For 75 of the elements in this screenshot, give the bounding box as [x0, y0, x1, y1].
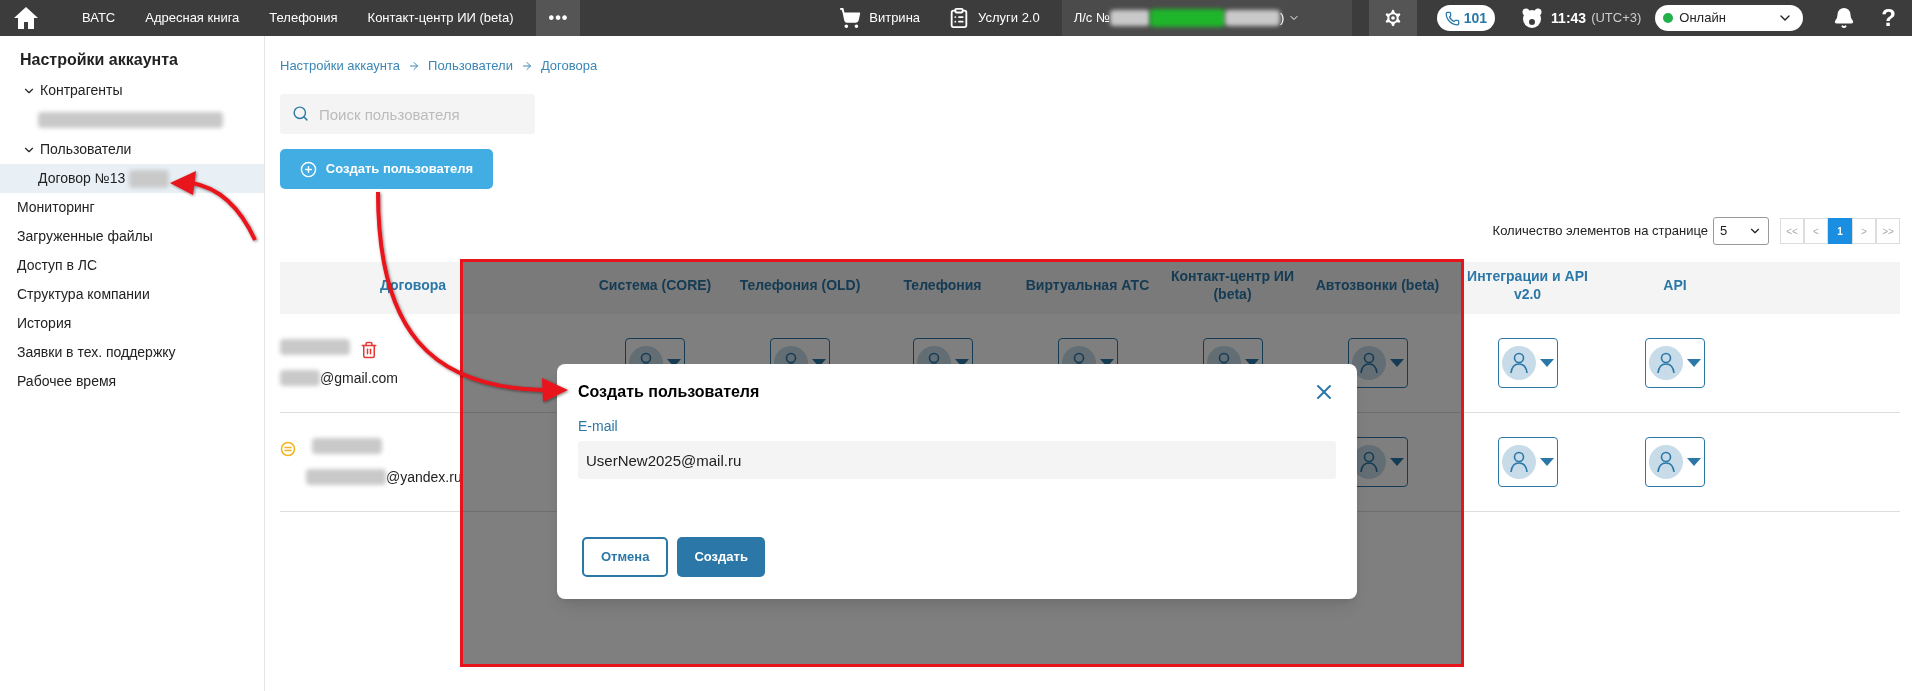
bell-icon[interactable]	[1833, 7, 1856, 29]
search-icon	[292, 105, 309, 122]
user-icon	[1649, 346, 1683, 380]
column-header: Телефония	[903, 276, 982, 294]
page-size-select[interactable]: 5	[1713, 217, 1769, 245]
cancel-button[interactable]: Отмена	[582, 537, 669, 577]
redaction-mark	[129, 169, 170, 188]
user-email: @gmail.com	[320, 368, 398, 388]
sidebar-item[interactable]: Пользователи	[0, 135, 264, 164]
user-icon	[1649, 445, 1683, 479]
nav-link[interactable]: ВАТС	[67, 8, 131, 28]
column-header: Система (CORE)	[598, 276, 712, 294]
caret-icon	[1539, 359, 1554, 367]
redaction-mark	[280, 370, 320, 386]
sidebar-item[interactable]: Загруженные файлы	[0, 222, 264, 251]
create-button[interactable]: Создать	[677, 537, 765, 577]
search-field[interactable]: Поиск пользователя	[280, 94, 535, 134]
column-header: API	[1663, 276, 1687, 294]
help-button[interactable]: ?	[1881, 0, 1896, 36]
caret-icon	[1539, 458, 1554, 466]
sidebar-item[interactable]: Рабочее время	[0, 367, 264, 396]
page-button[interactable]: 1	[1828, 218, 1852, 244]
user-icon	[1501, 346, 1536, 380]
settings-button[interactable]	[1368, 0, 1417, 36]
user-icon	[1351, 346, 1386, 380]
phone-badge[interactable]: 101	[1436, 5, 1496, 31]
caret-icon	[1389, 359, 1404, 367]
phone-icon	[1444, 10, 1460, 26]
more-button[interactable]: •••	[536, 0, 581, 36]
redaction-mark	[1224, 10, 1280, 26]
sidebar-item[interactable]: Заявки в тех. поддержку	[0, 338, 264, 367]
modal-title: Создать пользователя	[578, 382, 760, 402]
column-header: Телефония (OLD)	[739, 276, 861, 294]
nav-link[interactable]: Адресная книга	[130, 8, 255, 28]
column-header: Контакт-центр ИИ (beta)	[1170, 267, 1295, 303]
cart-icon	[839, 7, 862, 29]
plus-icon	[299, 160, 317, 178]
email-field[interactable]: UserNew2025@mail.ru	[578, 441, 1336, 479]
column-header: Автозвонки (beta)	[1315, 276, 1440, 294]
arrow-icon	[520, 60, 533, 72]
services-link[interactable]: Услуги 2.0	[948, 7, 1040, 29]
status-icon	[280, 440, 296, 457]
caret-icon	[1389, 458, 1404, 466]
field-label: E-mail	[578, 417, 618, 436]
breadcrumb-link[interactable]: Договора	[540, 56, 598, 76]
page-size-label: Количество элементов на странице	[1492, 222, 1708, 241]
delete-icon[interactable]	[360, 340, 378, 359]
bear-icon	[1521, 7, 1544, 29]
shop-link[interactable]: Витрина	[839, 7, 921, 29]
caret-icon	[1687, 458, 1701, 466]
sidebar-item[interactable]: Структура компании	[0, 280, 264, 309]
breadcrumb-link[interactable]: Настройки аккаунта	[280, 56, 401, 76]
account-select[interactable]: Л/с № )	[1061, 0, 1352, 36]
timezone-label: (UTC+3)	[1591, 9, 1642, 28]
sidebar-item[interactable]: Договор №13	[0, 164, 264, 193]
user-email: @yandex.ru	[386, 467, 462, 487]
redaction-mark	[280, 338, 350, 355]
caret-icon	[1687, 359, 1701, 367]
user-icon	[1501, 445, 1536, 479]
sidebar-title: Настройки аккаунта	[19, 50, 179, 70]
sidebar-item[interactable]: Мониторинг	[0, 193, 264, 222]
home-icon[interactable]	[13, 6, 39, 30]
nav-link[interactable]: Телефония	[254, 8, 353, 28]
column-header: Виртуальная АТС	[1025, 276, 1150, 294]
role-select[interactable]	[1347, 338, 1408, 388]
redaction-mark	[312, 437, 382, 454]
sidebar-item[interactable]: Контрагенты	[0, 76, 264, 105]
column-header: Интеграции и API v2.0	[1466, 267, 1589, 303]
status-select[interactable]: Онлайн	[1655, 5, 1804, 31]
clock-time: 11:43	[1551, 8, 1587, 28]
sidebar-item[interactable]: История	[0, 309, 264, 338]
arrow-icon	[408, 60, 421, 72]
sidebar-item[interactable]: Доступ в ЛС	[0, 251, 264, 280]
nav-link[interactable]: Контакт-центр ИИ (beta)	[352, 8, 529, 28]
breadcrumb-link[interactable]: Пользователи	[428, 56, 513, 76]
